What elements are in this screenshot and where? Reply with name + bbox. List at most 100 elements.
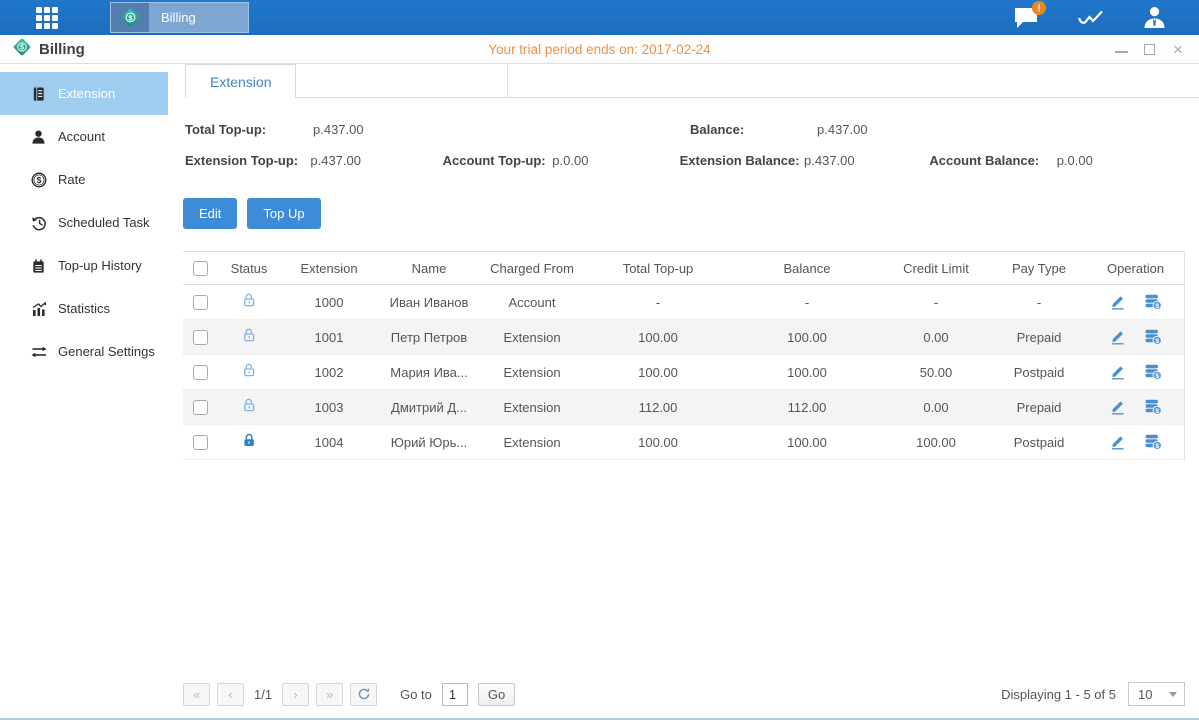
row-checkbox[interactable] (193, 295, 208, 310)
topup-button[interactable]: Top Up (247, 198, 320, 229)
table-row: 1003 Дмитрий Д... Extension 112.00 112.0… (183, 390, 1184, 425)
svg-text:$: $ (1155, 408, 1159, 415)
taskbar-tab-billing[interactable]: $ Billing (110, 2, 249, 33)
row-checkbox[interactable] (193, 365, 208, 380)
col-credit-limit: Credit Limit (881, 261, 991, 276)
extension-topup-value: p.437.00 (310, 153, 442, 168)
maximize-button[interactable] (1144, 44, 1155, 55)
pay-type-cell: - (991, 295, 1087, 310)
user-account-icon[interactable] (1139, 5, 1169, 31)
billing-app-icon: $ (12, 37, 32, 62)
edit-row-icon[interactable] (1109, 294, 1126, 310)
refresh-button[interactable] (350, 683, 377, 706)
credit-limit-cell: 50.00 (881, 365, 991, 380)
status-cell (217, 432, 281, 452)
topup-row-icon[interactable]: $ (1144, 399, 1162, 415)
resource-monitor-icon[interactable] (1075, 5, 1105, 31)
account-topup-value: p.0.00 (552, 153, 679, 168)
sidebar-item-label: General Settings (58, 344, 155, 359)
balance-value: p.437.00 (817, 122, 945, 137)
edit-button[interactable]: Edit (183, 198, 237, 229)
topup-history-icon (30, 258, 47, 274)
pagination-bar: « ‹ 1/1 › » Go to Go Displaying 1 - 5 of… (183, 670, 1185, 718)
total-topup-cell: 100.00 (583, 365, 733, 380)
row-checkbox[interactable] (193, 400, 208, 415)
balance-label: Balance: (690, 122, 817, 137)
row-checkbox[interactable] (193, 330, 208, 345)
page-size-select[interactable]: 10 (1128, 682, 1185, 706)
account-topup-label: Account Top-up: (443, 153, 553, 168)
window-titlebar: $ Billing Your trial period ends on: 201… (0, 35, 1199, 64)
extension-balance-label: Extension Balance: (680, 153, 804, 168)
total-topup-label: Total Top-up: (183, 122, 313, 137)
total-topup-cell: 100.00 (583, 330, 733, 345)
col-pay-type: Pay Type (991, 261, 1087, 276)
sidebar-item-general-settings[interactable]: General Settings (0, 330, 168, 373)
sidebar-item-topup-history[interactable]: Top-up History (0, 244, 168, 287)
name-cell: Иван Иванов (377, 295, 481, 310)
tab-ghost (296, 64, 508, 98)
svg-text:$: $ (1155, 338, 1159, 345)
edit-row-icon[interactable] (1109, 434, 1126, 450)
sidebar-item-label: Rate (58, 172, 85, 187)
svg-text:$: $ (128, 13, 133, 22)
locked-icon (241, 432, 257, 449)
go-button[interactable]: Go (478, 683, 515, 706)
unlocked-icon (241, 397, 257, 414)
topup-row-icon[interactable]: $ (1144, 294, 1162, 310)
status-cell (217, 292, 281, 312)
sidebar-item-statistics[interactable]: Statistics (0, 287, 168, 330)
prev-page-button[interactable]: ‹ (217, 683, 244, 706)
sidebar-item-label: Top-up History (58, 258, 142, 273)
col-name: Name (377, 261, 481, 276)
operation-cell: $ (1087, 364, 1184, 380)
statistics-icon (30, 301, 47, 317)
balance-cell: 100.00 (733, 435, 881, 450)
status-cell (217, 327, 281, 347)
scheduled-task-icon (30, 215, 47, 231)
extension-cell: 1001 (281, 330, 377, 345)
edit-row-icon[interactable] (1109, 364, 1126, 380)
first-page-button[interactable]: « (183, 683, 210, 706)
table-row: 1004 Юрий Юрь... Extension 100.00 100.00… (183, 425, 1184, 460)
extension-table: Status Extension Name Charged From Total… (183, 251, 1185, 460)
last-page-button[interactable]: » (316, 683, 343, 706)
next-page-button[interactable]: › (282, 683, 309, 706)
goto-page-input[interactable] (442, 683, 468, 706)
row-checkbox[interactable] (193, 435, 208, 450)
svg-text:$: $ (1155, 373, 1159, 380)
extension-cell: 1003 (281, 400, 377, 415)
minimize-button[interactable] (1115, 45, 1128, 53)
balance-cell: - (733, 295, 881, 310)
col-status: Status (217, 261, 281, 276)
col-charged-from: Charged From (481, 261, 583, 276)
billing-app-window: $ Billing ! (0, 0, 1199, 720)
pay-type-cell: Postpaid (991, 365, 1087, 380)
select-all-checkbox[interactable] (193, 261, 208, 276)
tab-extension[interactable]: Extension (185, 64, 296, 98)
close-button[interactable]: × (1171, 42, 1185, 56)
edit-row-icon[interactable] (1109, 399, 1126, 415)
name-cell: Петр Петров (377, 330, 481, 345)
status-cell (217, 362, 281, 382)
edit-row-icon[interactable] (1109, 329, 1126, 345)
name-cell: Мария Ива... (377, 365, 481, 380)
sidebar-item-extension[interactable]: Extension (0, 72, 168, 115)
sidebar-item-scheduled-task[interactable]: Scheduled Task (0, 201, 168, 244)
topup-row-icon[interactable]: $ (1144, 329, 1162, 345)
top-taskbar: $ Billing ! (0, 0, 1199, 35)
app-launcher-icon[interactable] (36, 7, 66, 29)
topup-row-icon[interactable]: $ (1144, 434, 1162, 450)
table-body: 1000 Иван Иванов Account - - - - $ 1001 … (183, 285, 1184, 460)
charged-from-cell: Extension (481, 435, 583, 450)
extension-cell: 1004 (281, 435, 377, 450)
topup-row-icon[interactable]: $ (1144, 364, 1162, 380)
sidebar-item-rate[interactable]: $ Rate (0, 158, 168, 201)
sidebar-item-account[interactable]: Account (0, 115, 168, 158)
table-row: 1000 Иван Иванов Account - - - - $ (183, 285, 1184, 320)
displaying-text: Displaying 1 - 5 of 5 (1001, 687, 1116, 702)
page-size-value: 10 (1138, 687, 1152, 702)
billing-diamond-icon: $ (111, 3, 149, 32)
messages-icon[interactable]: ! (1011, 5, 1041, 31)
unlocked-icon (241, 292, 257, 309)
